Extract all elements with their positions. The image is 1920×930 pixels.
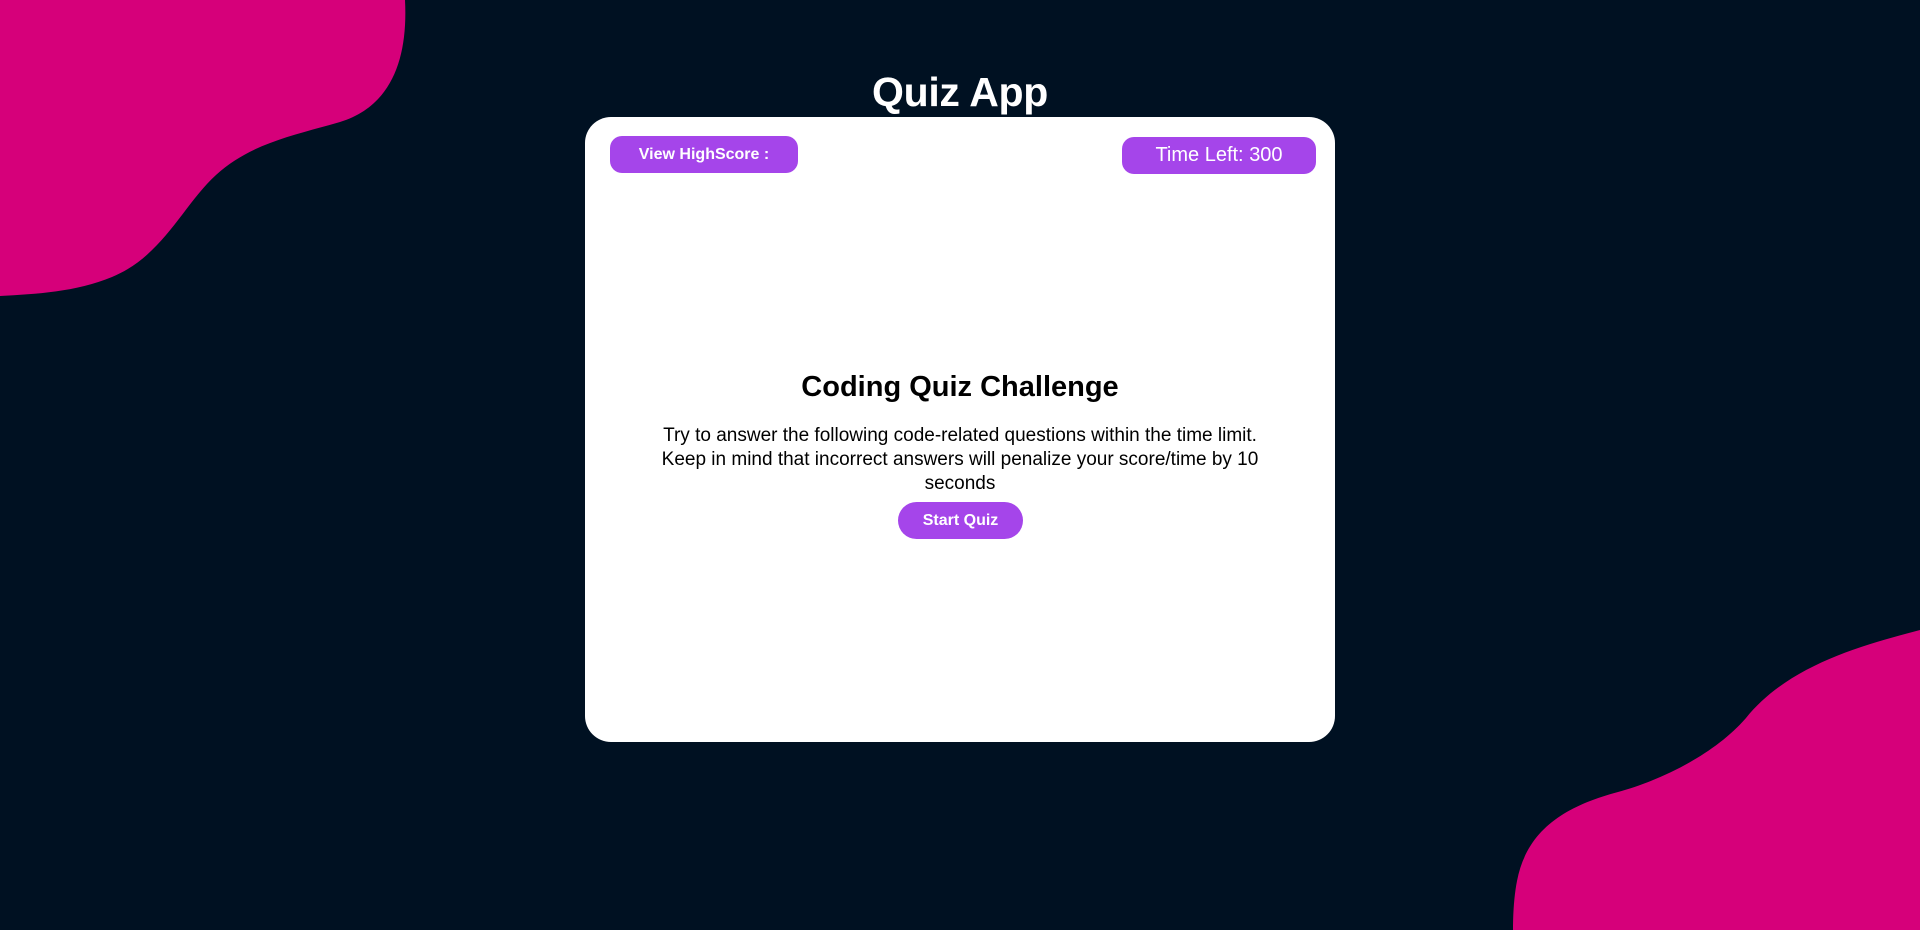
app-title: Quiz App bbox=[872, 69, 1048, 116]
time-left-value: 300 bbox=[1249, 144, 1283, 166]
decorative-pink-blob-bottom-right bbox=[1513, 630, 1920, 930]
quiz-card: View HighScore : Time Left: 300 Coding Q… bbox=[585, 117, 1335, 742]
challenge-description: Try to answer the following code-related… bbox=[661, 425, 1259, 494]
time-left-indicator: Time Left: 300 bbox=[1122, 137, 1316, 174]
time-left-label: Time Left: bbox=[1155, 144, 1244, 166]
challenge-title: Coding Quiz Challenge bbox=[801, 371, 1119, 404]
start-quiz-button[interactable]: Start Quiz bbox=[898, 502, 1023, 539]
view-highscore-button[interactable]: View HighScore : bbox=[610, 136, 798, 173]
decorative-pink-blob-top-left bbox=[0, 0, 406, 296]
app-background: Quiz App View HighScore : Time Left: 300… bbox=[0, 0, 1920, 930]
